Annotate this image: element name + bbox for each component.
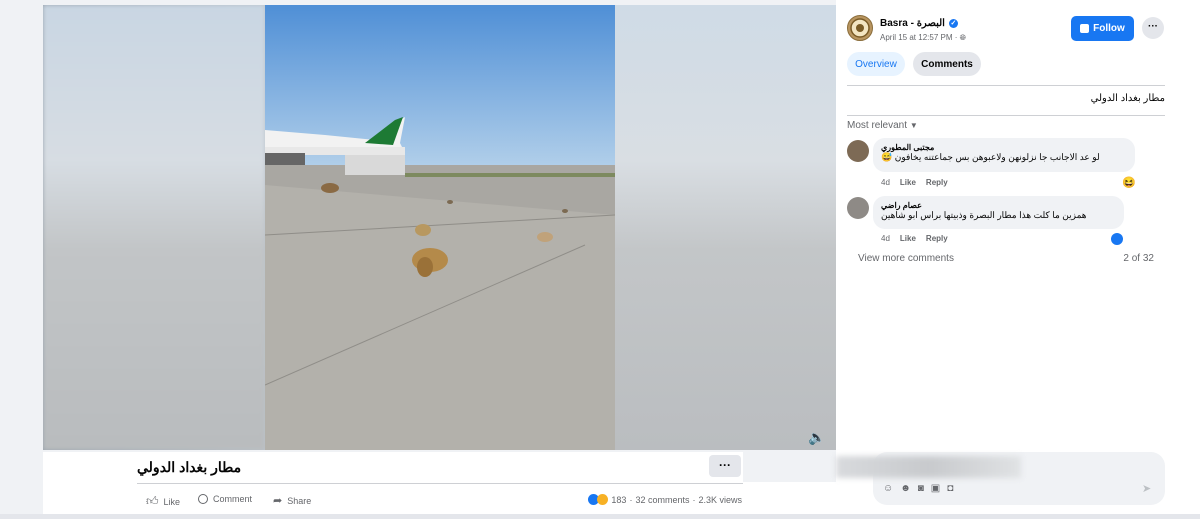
follow-icon bbox=[1080, 24, 1090, 33]
stats-separator: · bbox=[692, 494, 696, 505]
thumbs-up-icon: 👍︎ bbox=[146, 494, 159, 508]
emoji-icon[interactable]: ☻ bbox=[900, 483, 911, 494]
comment-reply-button[interactable]: Reply bbox=[926, 178, 948, 187]
mute-icon[interactable]: 🔈 bbox=[808, 430, 825, 444]
gif-icon[interactable]: ▣ bbox=[931, 483, 940, 494]
video-still-image bbox=[265, 5, 615, 450]
comment-avatar[interactable] bbox=[847, 140, 869, 162]
comment-meta: 4d Like Reply bbox=[881, 234, 948, 243]
comment-page-count: 2 of 32 bbox=[1123, 253, 1154, 264]
video-blur-right bbox=[614, 5, 836, 450]
comment-meta: 4d Like Reply bbox=[881, 178, 948, 187]
globe-icon: 🌐︎ bbox=[959, 33, 966, 42]
compose-toolbar: ☺ ☻ ◙ ▣ ◘ bbox=[883, 483, 953, 494]
like-button[interactable]: 👍︎ Like bbox=[146, 494, 180, 509]
comment-avatar[interactable] bbox=[847, 197, 869, 219]
post-stats[interactable]: 183 · 32 comments · 2.3K views bbox=[588, 494, 742, 505]
comment-author[interactable]: عصام راضي bbox=[881, 201, 1116, 210]
post-caption: مطار بغداد الدولي bbox=[1090, 93, 1165, 104]
page-name[interactable]: Basra - البصرة ✓ bbox=[880, 18, 958, 29]
comment-like-button[interactable]: Like bbox=[900, 178, 916, 187]
comment-icon bbox=[198, 494, 208, 504]
share-label: Share bbox=[287, 495, 312, 506]
send-icon[interactable]: ➤ bbox=[1142, 482, 1151, 495]
comment-bubble: عصام راضي همزين ما كلت هذا مطار البصرة و… bbox=[873, 196, 1124, 229]
comment-button[interactable]: Comment bbox=[198, 494, 252, 504]
sidebar-more-button[interactable]: ··· bbox=[1142, 17, 1164, 39]
action-divider bbox=[137, 483, 743, 484]
comment-label: Comment bbox=[213, 494, 253, 504]
avatar-sticker-icon[interactable]: ☺ bbox=[883, 483, 893, 494]
camera-icon[interactable]: ◙ bbox=[918, 483, 924, 494]
comment-text: لو عد الاجانب جا نزلونهن ولاعبوهن بس جما… bbox=[881, 152, 1100, 162]
page-name-text[interactable]: Basra - البصرة bbox=[880, 18, 945, 29]
tab-comments[interactable]: Comments bbox=[913, 52, 981, 76]
view-count: 2.3K views bbox=[698, 494, 742, 505]
sort-dropdown[interactable]: Most relevant ▼ bbox=[847, 120, 918, 131]
bottom-strip bbox=[0, 514, 1200, 519]
comment-author[interactable]: مجتبى المطوري bbox=[881, 143, 1127, 152]
haha-reaction-icon bbox=[597, 494, 609, 505]
comment-time[interactable]: 4d bbox=[881, 234, 890, 243]
like-label: Like bbox=[163, 496, 181, 507]
share-button[interactable]: ➦ Share bbox=[273, 494, 311, 507]
sort-label: Most relevant bbox=[847, 120, 908, 131]
tab-overview[interactable]: Overview bbox=[847, 52, 905, 76]
page-logo-icon bbox=[850, 18, 870, 38]
follow-label: Follow bbox=[1093, 23, 1125, 34]
comment-text: همزين ما كلت هذا مطار البصرة وذبيتها برا… bbox=[881, 210, 1087, 220]
commenter-avatar-blurred bbox=[836, 456, 1021, 478]
divider bbox=[847, 85, 1165, 86]
video-player[interactable]: 🔈 bbox=[43, 5, 836, 450]
post-date[interactable]: April 15 at 12:57 PM · 🌐︎ bbox=[880, 33, 966, 43]
comment-reply-button[interactable]: Reply bbox=[926, 234, 948, 243]
comment-like-button[interactable]: Like bbox=[900, 234, 916, 243]
post-more-button[interactable]: ··· bbox=[709, 455, 741, 477]
verified-icon: ✓ bbox=[948, 19, 958, 28]
page-avatar[interactable] bbox=[847, 15, 873, 41]
video-frame[interactable] bbox=[265, 5, 615, 450]
like-reaction-icon[interactable] bbox=[1111, 233, 1123, 245]
post-title: مطار بغداد الدولي bbox=[137, 459, 242, 475]
comment-time[interactable]: 4d bbox=[881, 178, 890, 187]
caret-down-icon: ▼ bbox=[909, 121, 918, 130]
sticker-icon[interactable]: ◘ bbox=[947, 483, 953, 494]
divider bbox=[847, 115, 1165, 116]
stats-separator: · bbox=[629, 494, 633, 505]
haha-reaction-icon[interactable]: 😆 bbox=[1122, 176, 1136, 189]
follow-button[interactable]: Follow bbox=[1071, 16, 1134, 41]
post-date-text[interactable]: April 15 at 12:57 PM · bbox=[880, 33, 960, 42]
comment-count[interactable]: 32 comments bbox=[635, 495, 689, 505]
comment-bubble: مجتبى المطوري لو عد الاجانب جا نزلونهن و… bbox=[873, 138, 1135, 172]
share-icon: ➦ bbox=[273, 495, 283, 507]
video-blur-left bbox=[43, 5, 265, 450]
view-more-comments-link[interactable]: View more comments bbox=[858, 253, 954, 264]
reaction-count[interactable]: 183 bbox=[611, 495, 626, 505]
